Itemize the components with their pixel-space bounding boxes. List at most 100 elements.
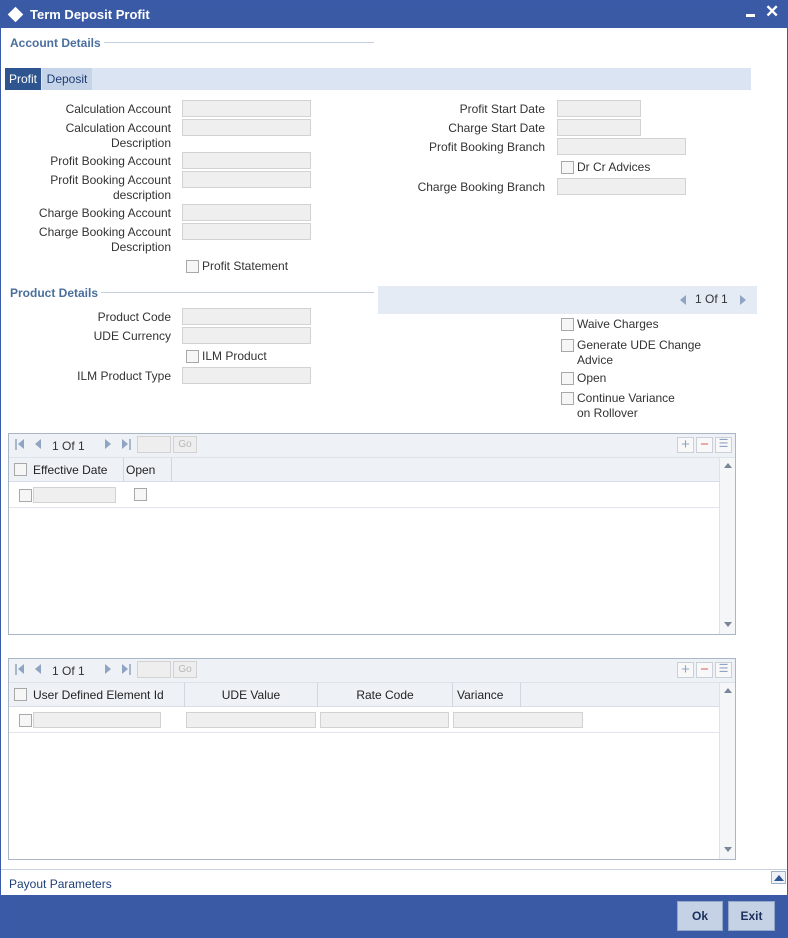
table-row: [9, 708, 719, 733]
profit-start-date-label: Profit Start Date: [459, 102, 545, 116]
page-number-input[interactable]: [137, 661, 171, 678]
add-row-icon[interactable]: +: [677, 662, 694, 678]
delete-row-icon[interactable]: −: [696, 437, 713, 453]
ude-value-column-header[interactable]: UDE Value: [185, 683, 318, 707]
calculation-account-description-field[interactable]: [182, 119, 311, 136]
profit-booking-account-field[interactable]: [182, 152, 311, 169]
tab-profit[interactable]: Profit: [5, 68, 41, 90]
effective-date-column-header[interactable]: Effective Date: [30, 458, 124, 482]
ok-button[interactable]: Ok: [677, 901, 723, 931]
variance-column-header[interactable]: Variance: [453, 683, 521, 707]
effective-date-cell[interactable]: [33, 487, 116, 503]
footer-bar: Ok Exit: [1, 895, 787, 937]
last-page-icon[interactable]: [122, 439, 132, 450]
grid-header: Effective Date Open: [9, 458, 719, 482]
vertical-scrollbar[interactable]: [719, 683, 735, 859]
profit-booking-branch-label: Profit Booking Branch: [428, 140, 545, 154]
select-all-checkbox[interactable]: [14, 688, 27, 701]
profit-booking-account-description-field[interactable]: [182, 171, 311, 188]
grid-toolbar: 1 Of 1 Go + − ☰: [9, 659, 735, 683]
waive-charges-checkbox[interactable]: [561, 318, 574, 331]
table-row: [9, 483, 719, 508]
ude-currency-label: UDE Currency: [93, 329, 171, 343]
exit-button[interactable]: Exit: [728, 901, 775, 931]
calculation-account-description-label: Calculation Account Description: [65, 121, 171, 150]
open-label: Open: [577, 371, 607, 385]
rate-code-cell[interactable]: [320, 712, 449, 728]
add-row-icon[interactable]: +: [677, 437, 694, 453]
continue-variance-label: Continue Variance: [577, 391, 675, 405]
ilm-product-checkbox[interactable]: [186, 350, 199, 363]
page-count: 1 Of 1: [52, 664, 85, 678]
go-button[interactable]: Go: [173, 661, 197, 678]
charge-start-date-field[interactable]: [557, 119, 641, 136]
page-number-input[interactable]: [137, 436, 171, 453]
profit-booking-account-label: Profit Booking Account: [50, 154, 171, 168]
close-icon[interactable]: ✕: [765, 2, 779, 22]
rate-code-column-header[interactable]: Rate Code: [318, 683, 453, 707]
charge-booking-branch-field[interactable]: [557, 178, 686, 195]
first-page-icon[interactable]: [15, 664, 25, 675]
open-cell-checkbox[interactable]: [134, 488, 147, 501]
product-details-heading: Product Details: [10, 286, 99, 300]
charge-booking-account-description-label: Charge Booking Account Description: [38, 225, 171, 254]
calculation-account-field[interactable]: [182, 100, 311, 117]
dr-cr-advices-checkbox[interactable]: [561, 161, 574, 174]
row-select-checkbox[interactable]: [19, 489, 32, 502]
row-select-checkbox[interactable]: [19, 714, 32, 727]
scroll-down-icon[interactable]: [724, 622, 732, 627]
variance-cell[interactable]: [453, 712, 583, 728]
next-record-icon[interactable]: [740, 295, 746, 305]
open-checkbox[interactable]: [561, 372, 574, 385]
profit-start-date-field[interactable]: [557, 100, 641, 117]
prev-page-icon[interactable]: [34, 439, 44, 450]
ude-value-cell[interactable]: [186, 712, 316, 728]
scroll-up-icon[interactable]: [724, 463, 732, 468]
single-view-icon[interactable]: ☰: [715, 662, 732, 678]
element-id-cell[interactable]: [33, 712, 161, 728]
payout-parameters-link[interactable]: Payout Parameters: [9, 877, 112, 891]
profit-booking-branch-field[interactable]: [557, 138, 686, 155]
vertical-scrollbar[interactable]: [719, 458, 735, 634]
title-bar: Term Deposit Profit ✕: [1, 1, 787, 28]
continue-variance-checkbox[interactable]: [561, 392, 574, 405]
section-divider: [104, 42, 374, 43]
delete-row-icon[interactable]: −: [696, 662, 713, 678]
minimize-icon[interactable]: [746, 14, 755, 17]
ilm-product-type-field[interactable]: [182, 367, 311, 384]
first-page-icon[interactable]: [15, 439, 25, 450]
scroll-down-icon[interactable]: [724, 847, 732, 852]
section-divider: [101, 292, 374, 293]
charge-booking-branch-label: Charge Booking Branch: [417, 180, 545, 194]
user-defined-element-id-column-header[interactable]: User Defined Element Id: [30, 683, 185, 707]
open-column-header[interactable]: Open: [124, 458, 172, 482]
go-button[interactable]: Go: [173, 436, 197, 453]
ude-currency-field[interactable]: [182, 327, 311, 344]
ilm-product-type-label: ILM Product Type: [77, 369, 171, 383]
dr-cr-advices-label: Dr Cr Advices: [577, 160, 651, 174]
charge-booking-account-field[interactable]: [182, 204, 311, 221]
payout-parameters-bar: Payout Parameters: [1, 869, 787, 895]
prev-page-icon[interactable]: [34, 664, 44, 675]
next-page-icon[interactable]: [103, 664, 113, 675]
scroll-up-icon[interactable]: [724, 688, 732, 693]
grid-header: User Defined Element Id UDE Value Rate C…: [9, 683, 719, 707]
grid-toolbar: 1 Of 1 Go + − ☰: [9, 434, 735, 458]
window-title: Term Deposit Profit: [30, 7, 150, 22]
profit-statement-checkbox[interactable]: [186, 260, 199, 273]
next-page-icon[interactable]: [103, 439, 113, 450]
charge-start-date-label: Charge Start Date: [448, 121, 545, 135]
product-code-label: Product Code: [97, 310, 171, 324]
select-all-checkbox[interactable]: [14, 463, 27, 476]
single-view-icon[interactable]: ☰: [715, 437, 732, 453]
product-code-field[interactable]: [182, 308, 311, 325]
record-count: 1 Of 1: [695, 292, 728, 306]
last-page-icon[interactable]: [122, 664, 132, 675]
prev-record-icon[interactable]: [680, 295, 686, 305]
generate-ude-change-advice-checkbox[interactable]: [561, 339, 574, 352]
collapse-icon[interactable]: [771, 871, 786, 884]
profit-statement-label: Profit Statement: [202, 259, 289, 273]
tab-deposit[interactable]: Deposit: [42, 68, 92, 90]
product-pager: 1 Of 1: [378, 286, 757, 314]
charge-booking-account-description-field[interactable]: [182, 223, 311, 240]
